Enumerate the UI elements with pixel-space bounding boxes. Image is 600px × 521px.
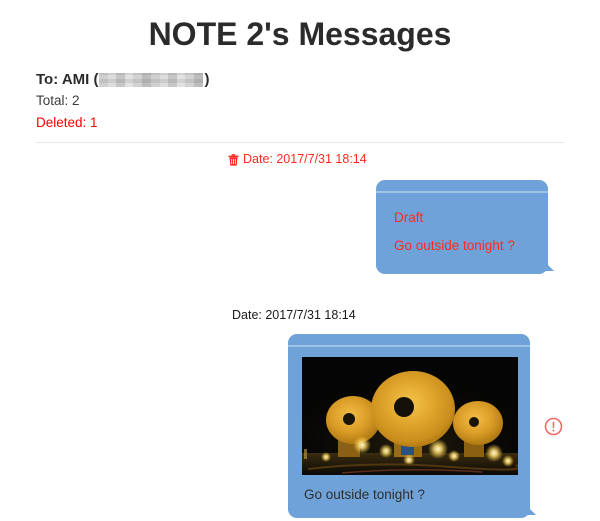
redacted-phone-number (99, 73, 204, 87)
message-summary-header: To: AMI () Total: 2 Deleted: 1 (0, 54, 600, 134)
bubble-tail (543, 260, 554, 271)
deleted-count: Deleted: 1 (36, 115, 98, 130)
message-2-body: Go outside tonight ? (304, 487, 425, 502)
message-thread: Date: 2017/7/31 18:14 Draft Go outside t… (0, 150, 600, 518)
trash-icon (228, 153, 239, 166)
message-1-bubble-row: Draft Go outside tonight ? (0, 180, 600, 274)
bubble-top-bar (288, 334, 530, 347)
header-divider (36, 142, 564, 143)
message-1-status: Draft (394, 210, 424, 225)
recipient-suffix: ) (204, 71, 210, 88)
attachment-photo-night-domes[interactable] (302, 357, 518, 475)
page-title: NOTE 2's Messages (148, 16, 452, 52)
recipient-line: To: AMI () (36, 70, 600, 90)
total-count: Total: 2 (36, 93, 80, 108)
message-2-date: Date: 2017/7/31 18:14 (232, 308, 356, 322)
bubble-top-bar (376, 180, 548, 193)
message-1-date-row: Date: 2017/7/31 18:14 (0, 150, 600, 168)
message-2-date-row: Date: 2017/7/31 18:14 (0, 306, 600, 324)
message-bubble-draft[interactable]: Draft Go outside tonight ? (376, 180, 554, 274)
message-2-bubble-row: Go outside tonight ? (0, 334, 600, 518)
recipient-prefix: To: AMI ( (36, 71, 99, 88)
message-item-1: Date: 2017/7/31 18:14 Draft Go outside t… (0, 150, 600, 274)
message-1-body: Go outside tonight ? (394, 238, 515, 253)
message-1-date: Date: 2017/7/31 18:14 (243, 152, 367, 166)
exclamation-circle-icon[interactable] (544, 417, 563, 436)
message-item-2: Date: 2017/7/31 18:14 Go outside tonight… (0, 306, 600, 518)
message-bubble-photo[interactable]: Go outside tonight ? (288, 334, 536, 518)
